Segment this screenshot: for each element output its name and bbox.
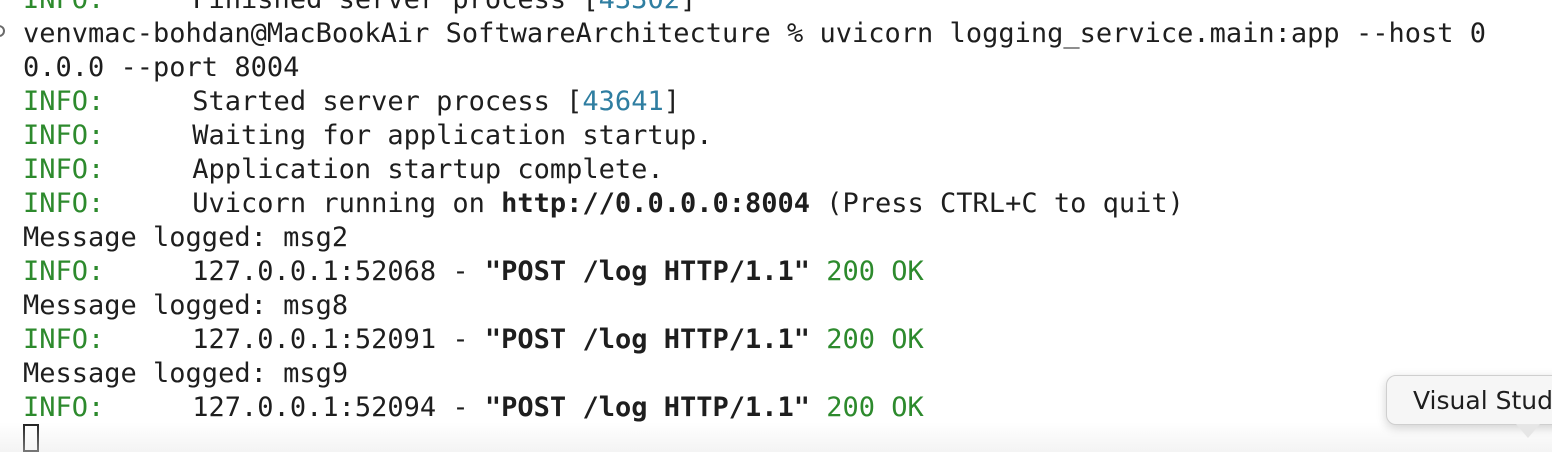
log-level: INFO: — [23, 256, 105, 287]
log-message: Uvicorn running on — [192, 188, 502, 219]
log-message: Application startup complete. — [192, 154, 664, 185]
log-level: INFO: — [23, 324, 105, 355]
log-level: INFO: — [23, 0, 104, 15]
terminal-line: INFO: 127.0.0.1:52091 - "POST /log HTTP/1… — [23, 323, 924, 357]
client-address: 127.0.0.1:52094 — [192, 392, 437, 423]
block-cursor-icon — [23, 424, 39, 452]
status-code: 200 OK — [810, 256, 924, 287]
terminal-line: INFO: 127.0.0.1:52094 - "POST /log HTTP/1… — [23, 391, 924, 425]
http-request: "POST /log HTTP/1.1" — [484, 324, 811, 355]
log-level: INFO: — [23, 188, 105, 219]
tooltip-arrow — [1516, 424, 1540, 438]
app-output: Message logged: msg2 — [23, 222, 349, 253]
terminal-line: Message logged: msg2 — [23, 221, 348, 255]
command-line: venvmac-bohdan@MacBookAir SoftwareArchit… — [23, 17, 1486, 51]
log-message: Started server process [ — [192, 86, 583, 117]
terminal-line: Message logged: msg8 — [23, 289, 348, 323]
http-request: "POST /log HTTP/1.1" — [484, 256, 811, 287]
shell-prompt: venvmac-bohdan@MacBookAir SoftwareArchit… — [23, 18, 820, 49]
client-address: 127.0.0.1:52091 — [192, 324, 437, 355]
terminal-line: Message logged: msg9 — [23, 357, 348, 391]
terminal-line: INFO: Waiting for application startup. — [23, 119, 712, 153]
log-suffix: ] — [680, 0, 696, 15]
terminal-line: INFO: Started server process [43641] — [23, 85, 680, 119]
status-code: 200 OK — [810, 324, 924, 355]
shell-command: uvicorn logging_service.main:app --host … — [819, 18, 1486, 49]
bottom-fade — [0, 422, 1552, 452]
server-url[interactable]: http://0.0.0.0:8004 — [501, 188, 810, 219]
circle-outline-icon — [0, 25, 5, 37]
log-suffix: (Press CTRL+C to quit) — [810, 188, 1184, 219]
separator: - — [436, 392, 485, 423]
terminal-line: INFO: Finished server process [43302] — [23, 0, 696, 17]
terminal-line: INFO: Application startup complete. — [23, 153, 664, 187]
terminal-line: INFO: Uvicorn running on http://0.0.0.0:8… — [23, 187, 1184, 221]
log-message: Finished server process [ — [192, 0, 598, 15]
app-tooltip: Visual Stud — [1386, 375, 1552, 425]
separator: - — [436, 256, 485, 287]
http-request: "POST /log HTTP/1.1" — [484, 392, 811, 423]
log-level: INFO: — [23, 120, 105, 151]
terminal-line: INFO: 127.0.0.1:52068 - "POST /log HTTP/1… — [23, 255, 924, 289]
log-level: INFO: — [23, 86, 105, 117]
log-level: INFO: — [23, 392, 105, 423]
log-suffix: ] — [663, 86, 680, 117]
app-output: Message logged: msg8 — [23, 290, 349, 321]
command-line-wrap: 0.0.0 --port 8004 — [23, 51, 299, 85]
client-address: 127.0.0.1:52068 — [192, 256, 437, 287]
status-code: 200 OK — [810, 392, 924, 423]
app-output: Message logged: msg9 — [23, 358, 349, 389]
log-message: Waiting for application startup. — [192, 120, 713, 151]
separator: - — [436, 324, 485, 355]
log-level: INFO: — [23, 154, 105, 185]
terminal-window[interactable]: INFO: Finished server process [43302] ven… — [0, 0, 1552, 452]
process-id: 43641 — [582, 86, 664, 117]
shell-command-continued: 0.0.0 --port 8004 — [23, 52, 300, 83]
process-id: 43302 — [599, 0, 680, 15]
